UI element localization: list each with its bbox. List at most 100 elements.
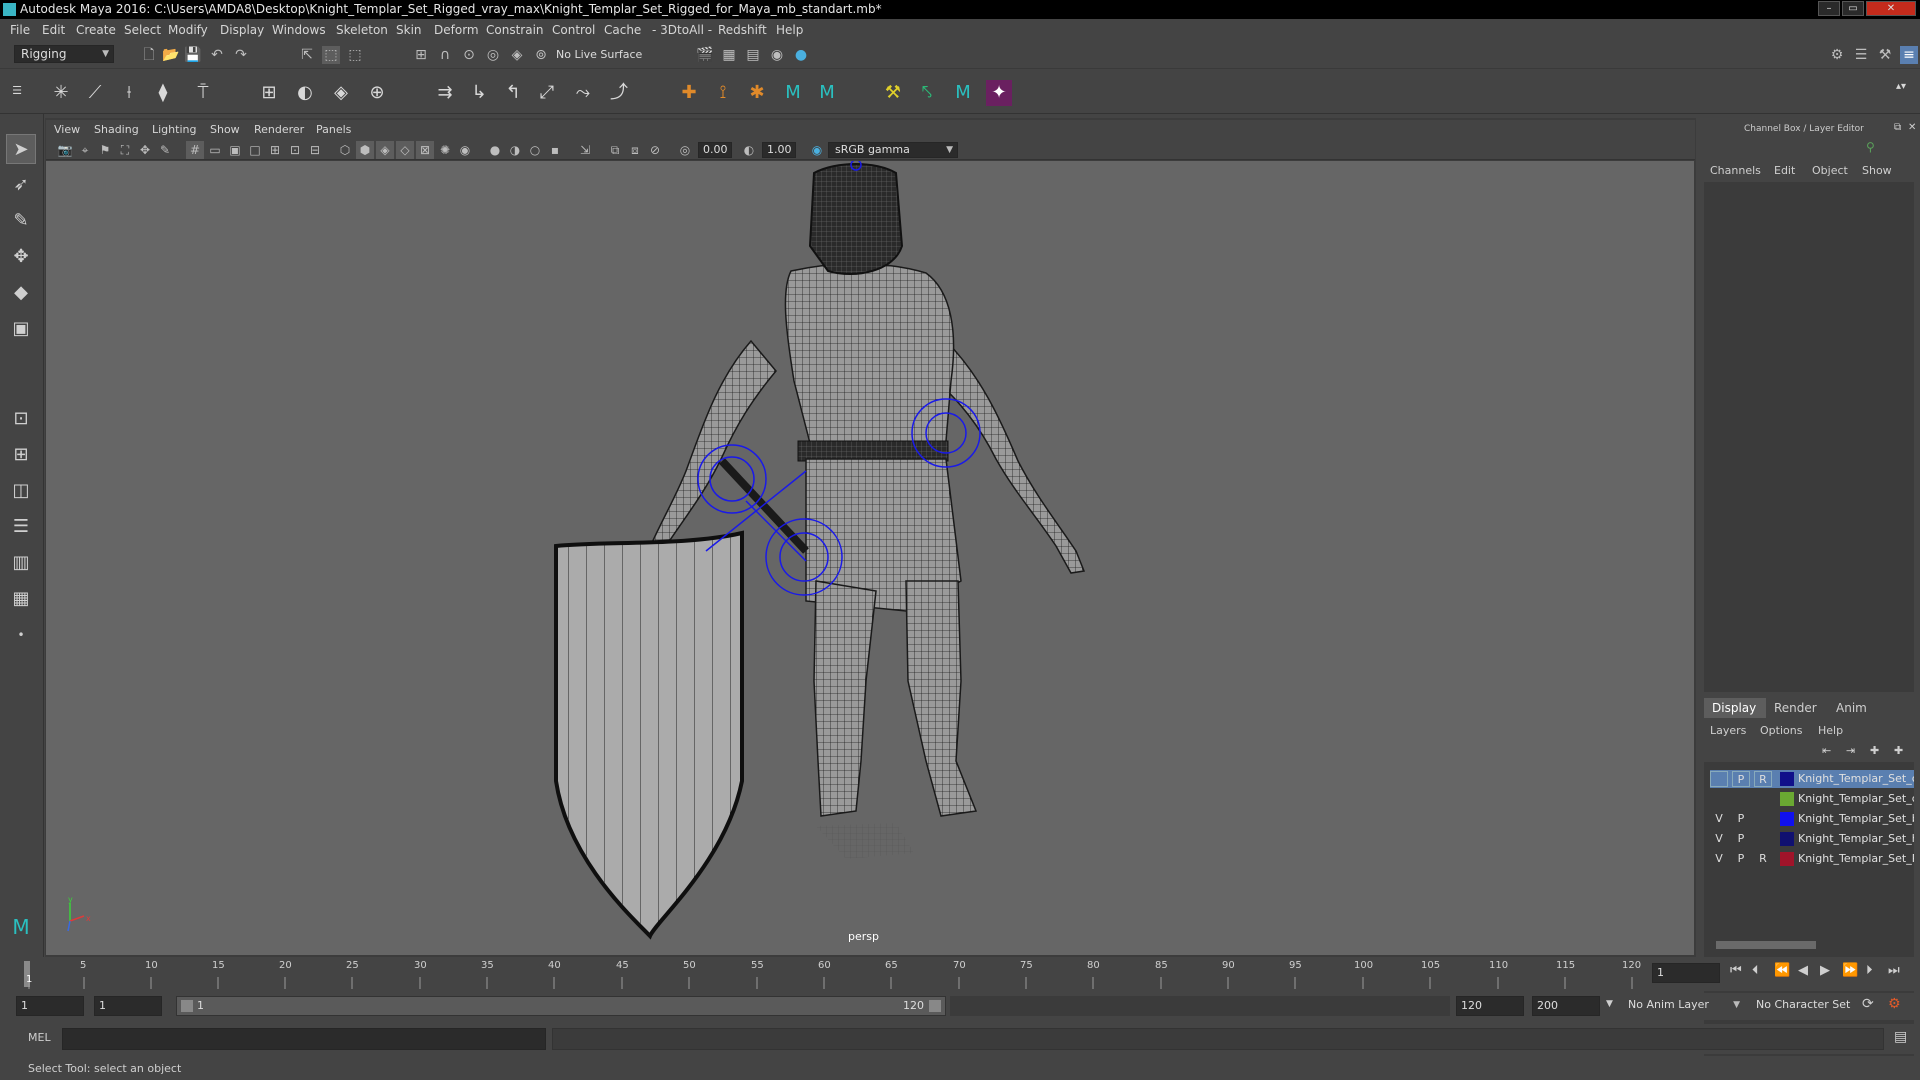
- menu-cache[interactable]: Cache: [604, 23, 641, 37]
- maximize-button[interactable]: ▭: [1842, 1, 1864, 16]
- tab-render[interactable]: Render: [1774, 701, 1817, 715]
- range-start-handle[interactable]: [181, 1000, 193, 1012]
- layer-name[interactable]: Knight_Templar_Set_Ri: [1798, 852, 1914, 865]
- snap-view-icon[interactable]: ◎: [484, 46, 502, 64]
- layer-reference-toggle[interactable]: [1754, 831, 1772, 847]
- film-gate-icon[interactable]: ▭: [206, 141, 224, 159]
- scene-end-field[interactable]: 200: [1532, 996, 1600, 1016]
- layer-row[interactable]: Knight_Templar_Set_co: [1710, 790, 1914, 808]
- channel-menu-show[interactable]: Show: [1862, 164, 1892, 177]
- panel-menu-show[interactable]: Show: [210, 123, 240, 136]
- step-back-key-icon[interactable]: ⏴: [1752, 963, 1759, 978]
- snap-grid-icon[interactable]: ⊞: [412, 46, 430, 64]
- menu-constrain[interactable]: Constrain: [486, 23, 544, 37]
- shadows-icon[interactable]: ◉: [456, 141, 474, 159]
- camera-attributes-icon[interactable]: ⌖: [76, 141, 94, 159]
- modeling-toolkit-icon[interactable]: ⚙: [1828, 46, 1846, 64]
- motion-blur-icon[interactable]: ◑: [506, 141, 524, 159]
- color-management-icon[interactable]: ◉: [808, 141, 826, 159]
- layer-name[interactable]: Knight_Templar_Set_co: [1798, 792, 1914, 805]
- select-hierarchy-icon[interactable]: ⇱: [298, 46, 316, 64]
- smooth-shade-icon[interactable]: ⬢: [356, 141, 374, 159]
- new-layer-icon[interactable]: ✚: [1870, 744, 1879, 757]
- safe-action-icon[interactable]: ⊡: [286, 141, 304, 159]
- layer-visibility-toggle[interactable]: V: [1710, 851, 1728, 867]
- cluster-icon[interactable]: ⊕: [364, 80, 390, 106]
- pole-vector-icon[interactable]: ⤴: [606, 80, 632, 106]
- menu-file[interactable]: File: [10, 23, 30, 37]
- panel-menu-view[interactable]: View: [54, 123, 80, 136]
- orient-constraint-icon[interactable]: ↰: [500, 80, 526, 106]
- camera-select-icon[interactable]: 📷: [56, 141, 74, 159]
- playback-start-field[interactable]: 1: [94, 996, 162, 1016]
- script-editor-icon[interactable]: ▤: [1894, 1029, 1907, 1045]
- step-back-frame-icon[interactable]: ⏪: [1774, 963, 1790, 978]
- minimize-button[interactable]: –: [1818, 1, 1840, 16]
- live-surface-label[interactable]: No Live Surface: [556, 48, 642, 61]
- go-to-end-icon[interactable]: ⏭: [1888, 963, 1900, 978]
- image-plane-icon[interactable]: ⛶: [116, 141, 134, 159]
- layer-reference-toggle[interactable]: R: [1754, 771, 1772, 787]
- aim-constraint-icon[interactable]: ⤳: [570, 80, 596, 106]
- panel-menu-lighting[interactable]: Lighting: [152, 123, 196, 136]
- layer-playback-toggle[interactable]: [1732, 791, 1750, 807]
- save-scene-icon[interactable]: 💾: [184, 46, 202, 64]
- channel-box-toggle-icon[interactable]: ≡: [1900, 46, 1918, 64]
- channel-menu-object[interactable]: Object: [1812, 164, 1848, 177]
- shelf-scroll-icon[interactable]: ▴▾: [1894, 74, 1908, 100]
- menuset-dropdown[interactable]: Rigging ▼: [14, 45, 114, 63]
- rotate-tool-icon[interactable]: ◆: [6, 278, 36, 308]
- xray-joints-icon[interactable]: ⧉: [606, 141, 624, 159]
- layer-list-scrollbar[interactable]: [1704, 938, 1914, 952]
- menu-deform[interactable]: Deform: [434, 23, 479, 37]
- snap-surface-icon[interactable]: ◈: [508, 46, 526, 64]
- command-input[interactable]: [62, 1028, 546, 1050]
- outliner-view-icon[interactable]: ☰: [6, 512, 36, 542]
- range-slider[interactable]: 1 120: [176, 996, 946, 1016]
- render-frame-icon[interactable]: 🎬: [696, 46, 714, 64]
- play-backward-icon[interactable]: ◀: [1798, 963, 1808, 978]
- menu-modify[interactable]: Modify: [168, 23, 208, 37]
- snap-point-icon[interactable]: ⊙: [460, 46, 478, 64]
- layer-playback-toggle[interactable]: P: [1732, 851, 1750, 867]
- menu-skeleton[interactable]: Skeleton: [336, 23, 388, 37]
- time-slider[interactable]: 1 5 10 15 20 25 30 35 40 45 50 55 60 65 …: [0, 957, 1920, 991]
- layer-row[interactable]: V P Knight_Templar_Set_bo: [1710, 810, 1914, 828]
- menu-select[interactable]: Select: [124, 23, 161, 37]
- layer-visibility-toggle[interactable]: [1710, 791, 1728, 807]
- command-language-label[interactable]: MEL: [28, 1031, 51, 1044]
- close-button[interactable]: ✕: [1866, 1, 1916, 16]
- shelf-settings-icon[interactable]: ☰: [10, 78, 24, 104]
- layer-color-swatch[interactable]: [1780, 852, 1794, 866]
- layout-more-icon[interactable]: •: [6, 620, 36, 650]
- textured-icon[interactable]: ◇: [396, 141, 414, 159]
- render-view-icon[interactable]: ●: [792, 46, 810, 64]
- ik-handle-icon[interactable]: ⟋: [82, 80, 108, 106]
- channel-menu-edit[interactable]: Edit: [1774, 164, 1795, 177]
- select-component-icon[interactable]: ⬚: [346, 46, 364, 64]
- blendshape-icon[interactable]: ⚒: [880, 80, 906, 106]
- channel-key-icon[interactable]: ⚲: [1866, 140, 1875, 154]
- tab-anim[interactable]: Anim: [1836, 701, 1867, 715]
- menu-windows[interactable]: Windows: [272, 23, 326, 37]
- grid-icon[interactable]: #: [186, 141, 204, 159]
- tool-settings-icon[interactable]: ⚒: [1876, 46, 1894, 64]
- channel-menu-channels[interactable]: Channels: [1710, 164, 1761, 177]
- move-layer-down-icon[interactable]: ⇥: [1846, 744, 1855, 757]
- new-layer-selected-icon[interactable]: ✚: [1894, 744, 1903, 757]
- gamma-icon[interactable]: ◐: [740, 141, 758, 159]
- render-settings-icon[interactable]: ▤: [744, 46, 762, 64]
- layer-playback-toggle[interactable]: P: [1732, 811, 1750, 827]
- resolution-gate-icon[interactable]: ▣: [226, 141, 244, 159]
- layer-playback-toggle[interactable]: P: [1732, 831, 1750, 847]
- mirror-joint-icon[interactable]: ⧫: [150, 80, 176, 106]
- panel-menu-renderer[interactable]: Renderer: [254, 123, 304, 136]
- ik-spline-icon[interactable]: ⟊: [116, 80, 142, 106]
- menu-edit[interactable]: Edit: [42, 23, 65, 37]
- depth-of-field-icon[interactable]: ▪: [546, 141, 564, 159]
- layer-playback-toggle[interactable]: P: [1732, 771, 1750, 787]
- 2d-pan-icon[interactable]: ✥: [136, 141, 154, 159]
- color-space-dropdown[interactable]: sRGB gamma ▼: [828, 142, 958, 158]
- lasso-tool-icon[interactable]: ➶: [6, 170, 36, 200]
- layer-name[interactable]: Knight_Templar_Set_co: [1798, 772, 1914, 785]
